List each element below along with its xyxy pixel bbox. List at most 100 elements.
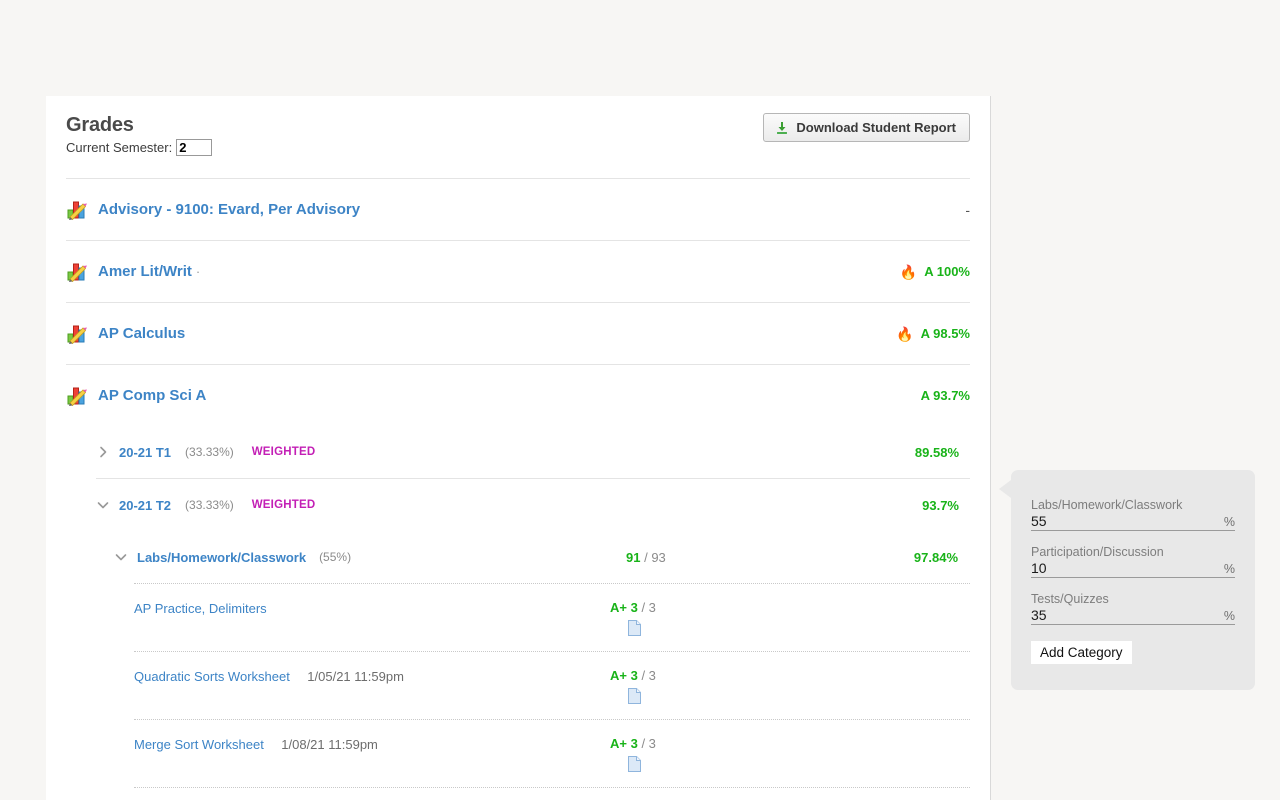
download-student-report-button[interactable]: Download Student Report <box>763 113 970 142</box>
download-icon <box>775 121 789 135</box>
term-percent: 93.7% <box>922 497 959 513</box>
assignment-grade: A+ 3 <box>610 668 638 683</box>
course-name-suffix: · <box>195 264 201 279</box>
category-weight-input-row: % <box>1031 560 1235 578</box>
term-percent: 89.58% <box>914 444 959 460</box>
category-row[interactable]: Labs/Homework/Classwork (55%) 91 / 93 97… <box>114 531 970 583</box>
assignment-due-date: 1/05/21 11:59pm <box>307 669 404 684</box>
assignment-grade: A+ 3 <box>610 600 638 615</box>
course-name-link[interactable]: AP Calculus <box>98 325 185 342</box>
assignment-grade: A+ 3 <box>610 736 638 751</box>
assignment-name-link[interactable]: Quadratic Sorts Worksheet <box>134 669 290 684</box>
course-row[interactable]: AP Calculus 🔥 A 98.5% <box>66 302 970 364</box>
course-detail: 20-21 T1 (33.33%) WEIGHTED 89.58% 20-21 … <box>66 426 970 800</box>
assignment-score-separator: / <box>637 668 649 683</box>
page-header: Grades Current Semester: Download Studen… <box>66 96 970 156</box>
course-grade: A 93.7% <box>914 388 970 403</box>
course-row[interactable]: AP Comp Sci A A 93.7% <box>66 364 970 426</box>
course-name-link[interactable]: Amer Lit/Writ <box>98 263 192 280</box>
assignment-row[interactable]: Quadratic Sorts Worksheet 1/05/21 11:59p… <box>134 651 970 719</box>
category-weight-field: Participation/Discussion % <box>1031 545 1235 578</box>
current-semester-input[interactable] <box>176 139 213 156</box>
gradebook-icon <box>66 323 88 345</box>
assignment-score: A+ 3 / 3 <box>610 600 656 615</box>
course-name-link[interactable]: Advisory - 9100: Evard, Per Advisory <box>98 201 360 218</box>
term-row[interactable]: 20-21 T1 (33.33%) WEIGHTED 89.58% <box>96 426 970 478</box>
course-list: Advisory - 9100: Evard, Per Advisory - A… <box>66 178 970 800</box>
download-student-report-label: Download Student Report <box>796 120 956 135</box>
assignment-name-link[interactable]: Merge Sort Worksheet <box>134 737 264 752</box>
gradebook-icon <box>66 385 88 407</box>
assignment-name-link[interactable]: AP Practice, Delimiters <box>134 601 267 616</box>
course-grade: 🔥 A 98.5% <box>896 326 970 341</box>
category-weights-popover: Labs/Homework/Classwork % Participation/… <box>999 470 1255 690</box>
category-points-earned: 91 <box>626 549 641 565</box>
term-weight: (33.33%) <box>185 445 234 459</box>
course-grade: - <box>965 202 970 218</box>
document-icon[interactable] <box>628 756 641 772</box>
category-weight-input-row: % <box>1031 607 1235 625</box>
course-grade-value: A 93.7% <box>920 388 970 403</box>
chevron-down-icon[interactable] <box>114 550 128 564</box>
percent-sign: % <box>1223 609 1235 623</box>
grades-page: Grades Current Semester: Download Studen… <box>0 0 1280 800</box>
category-section: Labs/Homework/Classwork (55%) 91 / 93 97… <box>96 531 970 800</box>
document-icon[interactable] <box>628 620 641 636</box>
assignment-due-date: 1/08/21 11:59pm <box>281 737 378 752</box>
category-score: 91 / 93 <box>626 550 666 565</box>
term-name-link[interactable]: 20-21 T2 <box>119 498 171 513</box>
category-name-link[interactable]: Labs/Homework/Classwork <box>137 550 306 565</box>
category-points-separator: / <box>640 549 652 565</box>
assignment-points-total: 3 <box>648 600 656 615</box>
assignment-score-separator: / <box>637 736 649 751</box>
category-weight-label: Participation/Discussion <box>1031 545 1164 559</box>
add-category-button[interactable]: Add Category <box>1031 641 1132 664</box>
current-semester-label: Current Semester: <box>66 140 173 155</box>
weighted-badge[interactable]: WEIGHTED <box>252 499 316 511</box>
assignment-attachment[interactable] <box>628 756 641 772</box>
assignment-points-total: 3 <box>648 668 656 683</box>
percent-sign: % <box>1223 562 1235 576</box>
assignment-score: A+ 3 / 3 <box>610 668 656 683</box>
assignment-row[interactable]: Read Chapter 12 1/12/21 11:59pm A+ 4 / 4 <box>134 787 970 800</box>
category-weight-input[interactable] <box>1031 607 1181 623</box>
course-grade-value: - <box>965 201 970 218</box>
category-weight-input[interactable] <box>1031 513 1181 529</box>
assignment-score: A+ 3 / 3 <box>610 736 656 751</box>
assignment-row[interactable]: Merge Sort Worksheet 1/08/21 11:59pm A+ … <box>134 719 970 787</box>
course-name-link[interactable]: AP Comp Sci A <box>98 387 206 404</box>
gradebook-icon <box>66 261 88 283</box>
assignment-list: AP Practice, Delimiters A+ 3 / 3 Quadrat… <box>114 583 970 800</box>
course-grade: 🔥 A 100% <box>900 264 970 279</box>
category-points-total: 93 <box>651 549 666 565</box>
category-weight-input-row: % <box>1031 513 1235 531</box>
course-grade-value: A 100% <box>924 264 970 279</box>
assignment-points-total: 3 <box>648 736 656 751</box>
weighted-badge[interactable]: WEIGHTED <box>252 446 316 458</box>
flame-icon: 🔥 <box>896 325 914 342</box>
gradebook-icon <box>66 199 88 221</box>
chevron-down-icon[interactable] <box>96 498 110 512</box>
flame-icon: 🔥 <box>899 263 918 280</box>
category-weight-field: Tests/Quizzes % <box>1031 592 1235 625</box>
grades-panel: Grades Current Semester: Download Studen… <box>46 96 991 800</box>
document-icon[interactable] <box>628 688 641 704</box>
assignment-score-separator: / <box>637 600 649 615</box>
assignment-row[interactable]: AP Practice, Delimiters A+ 3 / 3 <box>134 583 970 651</box>
chevron-right-icon[interactable] <box>96 445 110 459</box>
category-weight-label: Tests/Quizzes <box>1031 592 1109 606</box>
assignment-attachment[interactable] <box>628 620 641 636</box>
category-weight-field: Labs/Homework/Classwork % <box>1031 498 1235 531</box>
term-weight: (33.33%) <box>185 498 234 512</box>
assignment-attachment[interactable] <box>628 688 641 704</box>
course-grade-value: A 98.5% <box>920 326 970 341</box>
category-percent: 97.84% <box>913 549 958 565</box>
course-row[interactable]: Amer Lit/Writ · 🔥 A 100% <box>66 240 970 302</box>
term-name-link[interactable]: 20-21 T1 <box>119 445 171 460</box>
percent-sign: % <box>1223 515 1235 529</box>
category-weight-label: Labs/Homework/Classwork <box>1031 498 1183 512</box>
course-row[interactable]: Advisory - 9100: Evard, Per Advisory - <box>66 178 970 240</box>
term-row[interactable]: 20-21 T2 (33.33%) WEIGHTED 93.7% <box>96 478 970 531</box>
category-weight: (55%) <box>319 550 352 564</box>
category-weight-input[interactable] <box>1031 560 1181 576</box>
